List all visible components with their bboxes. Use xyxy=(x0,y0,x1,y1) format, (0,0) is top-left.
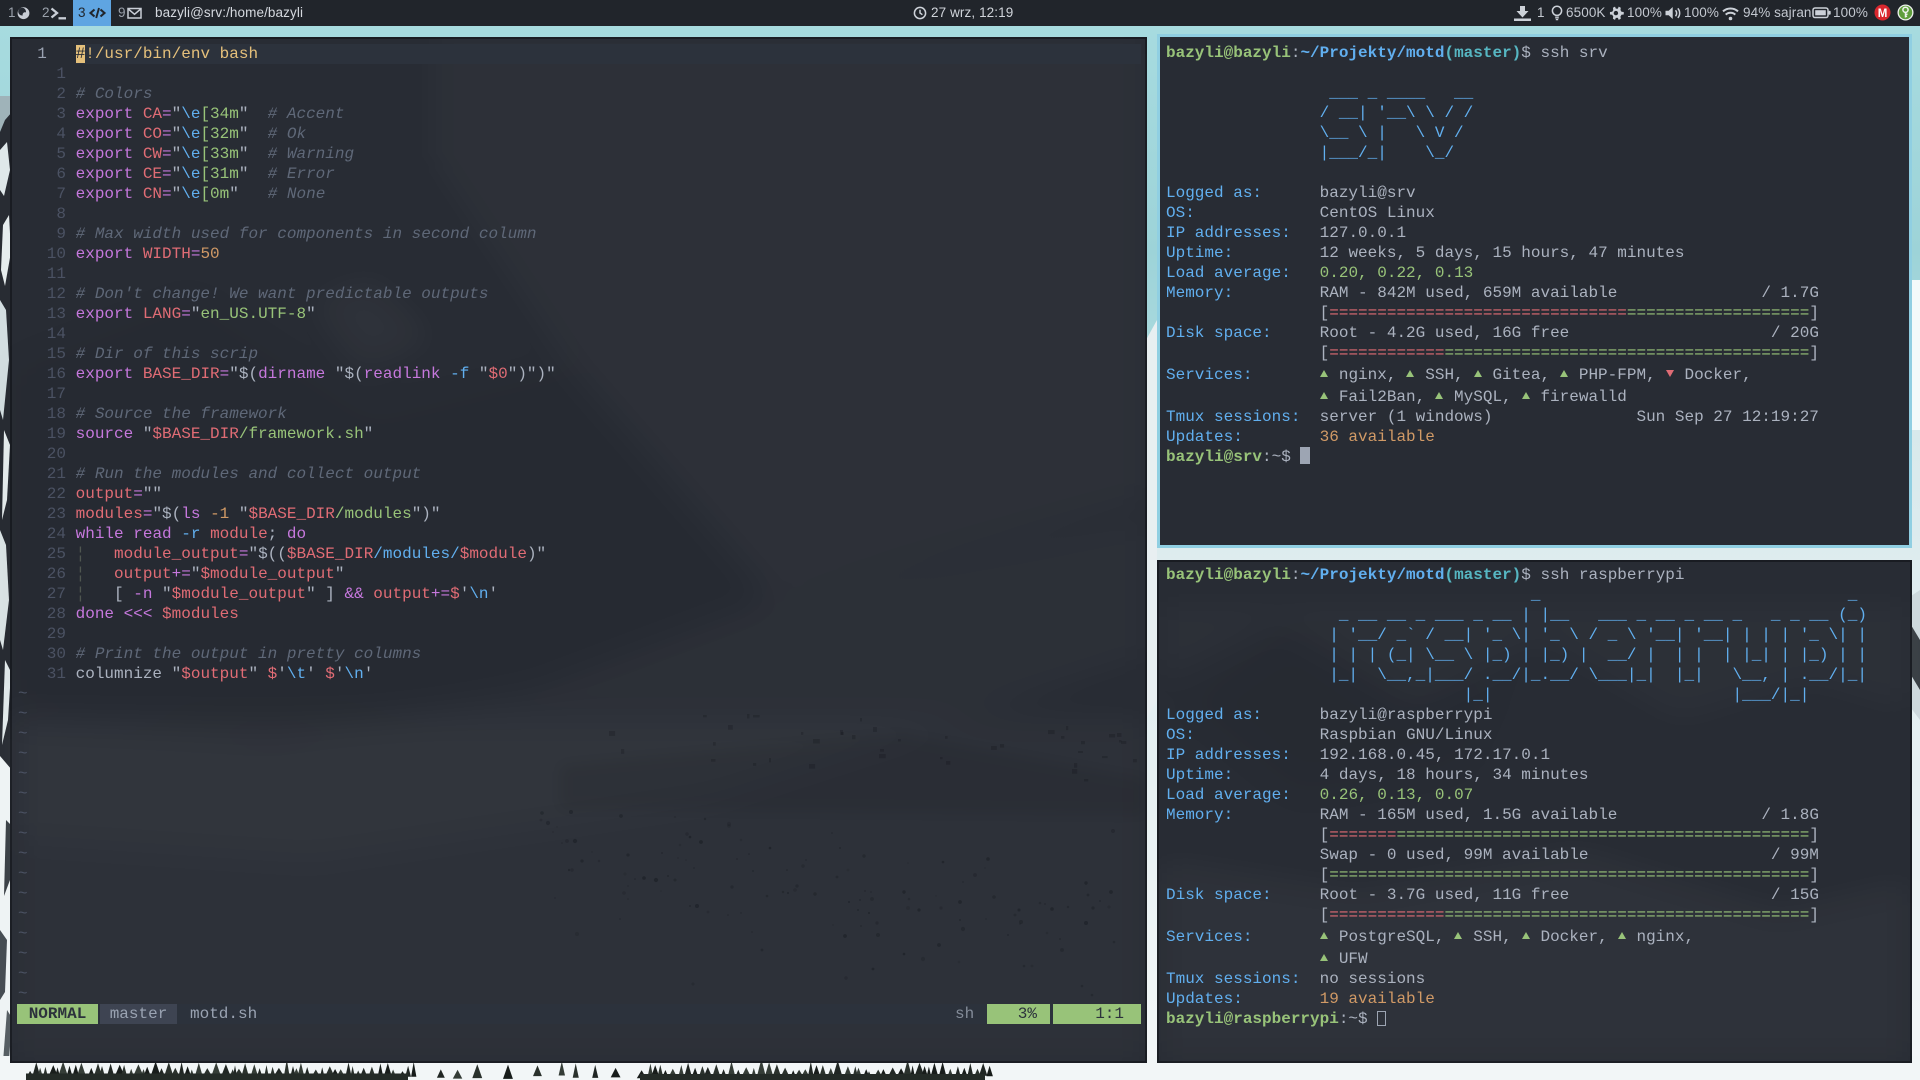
svg-text:M: M xyxy=(1878,8,1888,20)
